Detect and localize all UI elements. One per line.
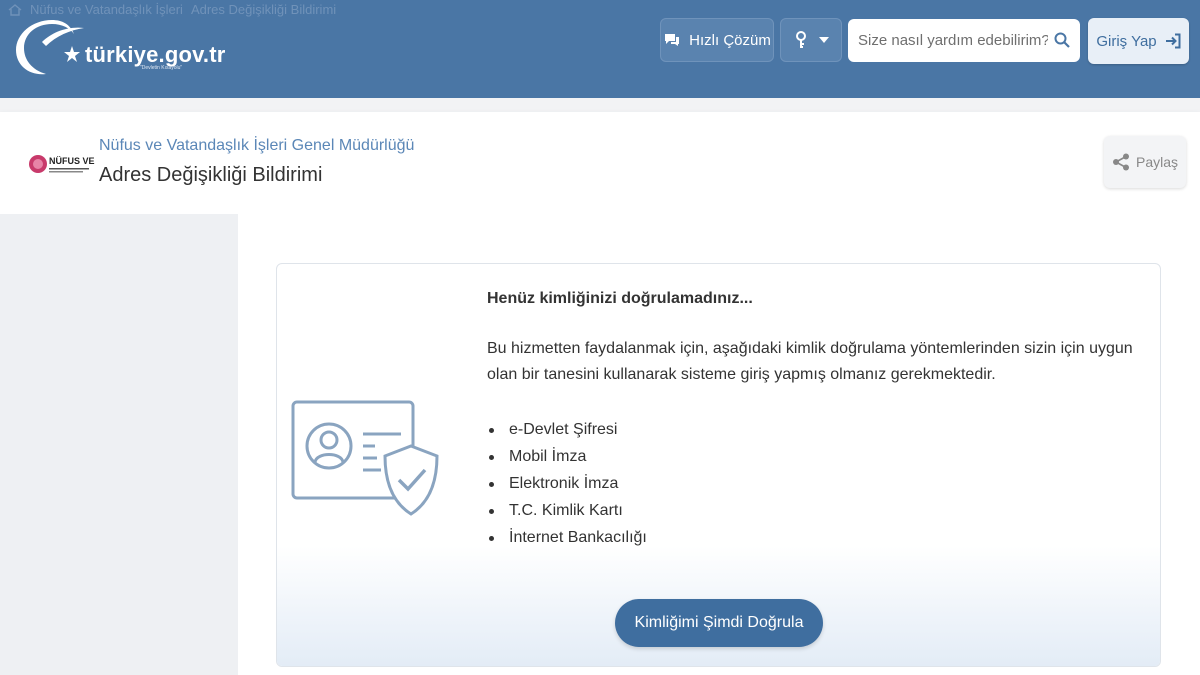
share-label: Paylaş bbox=[1135, 154, 1179, 170]
share-icon bbox=[1112, 153, 1129, 171]
auth-method-internet-banking: İnternet Bankacılığı bbox=[487, 524, 647, 551]
quick-solution-button[interactable]: Hızlı Çözüm bbox=[660, 18, 774, 62]
crescent-logo-icon bbox=[16, 20, 84, 75]
search-icon[interactable] bbox=[1054, 32, 1070, 48]
page-title: Adres Değişikliği Bildirimi bbox=[99, 164, 323, 186]
notice-description: Bu hizmetten faydalanmak için, aşağıdaki… bbox=[487, 340, 1133, 383]
share-button[interactable]: Paylaş bbox=[1104, 136, 1186, 188]
brand-tagline: "Devletin Kısayolu" bbox=[140, 65, 183, 71]
chevron-down-icon bbox=[819, 37, 829, 43]
search-box bbox=[848, 19, 1080, 62]
top-navbar: Nüfus ve Vatandaşlık İşleri Adres Değişi… bbox=[0, 0, 1200, 98]
identity-shield-icon bbox=[291, 400, 439, 516]
notice-heading: Henüz kimliğinizi doğrulamadınız... bbox=[487, 290, 753, 307]
left-sidebar bbox=[0, 214, 238, 675]
chat-bubble-icon bbox=[665, 34, 680, 46]
sign-in-icon bbox=[1165, 33, 1181, 49]
institution-logo: NÜFUS VE bbox=[28, 150, 95, 178]
verify-identity-button[interactable]: Kimliğimi Şimdi Doğrula bbox=[615, 599, 823, 647]
institution-logo-text: NÜFUS VE bbox=[49, 156, 95, 166]
key-icon bbox=[796, 31, 806, 48]
quick-solution-label: Hızlı Çözüm bbox=[689, 31, 771, 49]
service-header: NÜFUS VE Nüfus ve Vatandaşlık İşleri Gen… bbox=[0, 112, 1200, 214]
auth-method-edevlet: e-Devlet Şifresi bbox=[487, 416, 647, 443]
login-button[interactable]: Giriş Yap bbox=[1088, 18, 1189, 64]
login-label: Giriş Yap bbox=[1096, 32, 1157, 50]
accessibility-dropdown[interactable] bbox=[780, 18, 842, 62]
search-input[interactable] bbox=[848, 19, 1048, 62]
auth-method-e-signature: Elektronik İmza bbox=[487, 470, 647, 497]
auth-method-mobile-signature: Mobil İmza bbox=[487, 443, 647, 470]
auth-methods-list: e-Devlet Şifresi Mobil İmza Elektronik İ… bbox=[487, 416, 647, 551]
turkiye-gov-logo[interactable]: türkiye.gov.tr "Devletin Kısayolu" bbox=[12, 12, 225, 78]
institution-link[interactable]: Nüfus ve Vatandaşlık İşleri Genel Müdürl… bbox=[99, 137, 414, 155]
auth-method-id-card: T.C. Kimlik Kartı bbox=[487, 497, 647, 524]
authentication-notice: Henüz kimliğinizi doğrulamadınız... Bu h… bbox=[276, 263, 1161, 667]
